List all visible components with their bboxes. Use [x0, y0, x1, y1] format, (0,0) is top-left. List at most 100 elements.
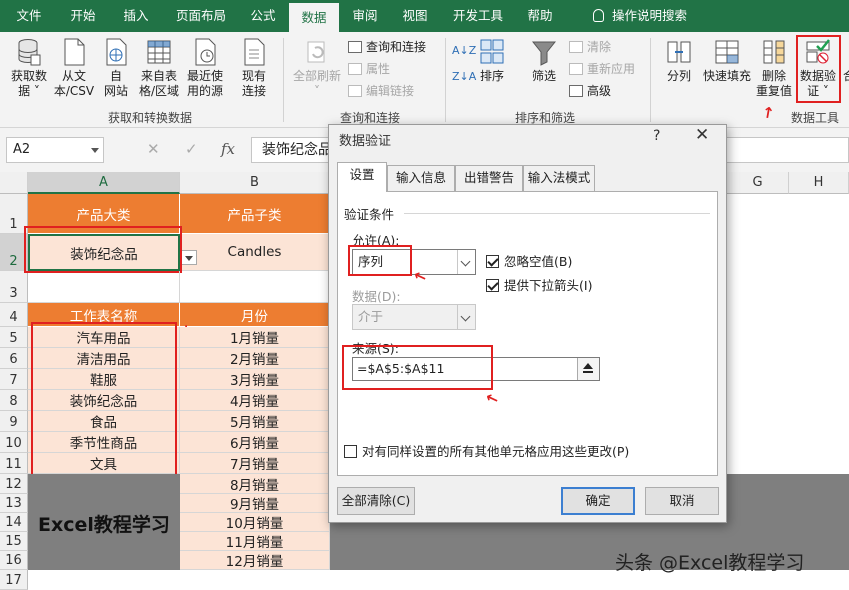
text-to-columns-button[interactable]: 分列: [660, 38, 698, 84]
refresh-icon: [305, 38, 329, 66]
tab-page-layout[interactable]: 页面布局: [166, 0, 236, 32]
cell-b4[interactable]: 月份: [180, 303, 330, 327]
consolidate-button[interactable]: 合: [840, 38, 849, 84]
remove-duplicates-button[interactable]: 删除 重复值: [754, 38, 794, 99]
filter-button[interactable]: 筛选: [526, 38, 562, 84]
data-select[interactable]: 介于: [352, 304, 476, 330]
apply-all-checkbox[interactable]: 对有同样设置的所有其他单元格应用这些更改(P): [344, 444, 629, 460]
from-table-label: 来自表: [140, 69, 177, 83]
tell-me-search[interactable]: 操作说明搜索: [580, 0, 700, 32]
from-text-csv-button[interactable]: 从文 本/CSV: [52, 38, 96, 99]
close-icon[interactable]: ✕: [695, 125, 709, 145]
existing-connections-button[interactable]: 现有 连接: [234, 38, 274, 99]
get-data-label-2: 据 ˅: [18, 84, 40, 98]
month-cell[interactable]: 1月销量: [180, 327, 330, 348]
sort-icon: [480, 38, 504, 66]
chevron-down-icon[interactable]: [457, 250, 475, 274]
tab-data[interactable]: 数据: [289, 3, 339, 32]
sort-az-button[interactable]: A↓Z: [452, 42, 476, 60]
row-header[interactable]: 9: [0, 411, 28, 432]
row-header[interactable]: 11: [0, 453, 28, 474]
tab-formulas[interactable]: 公式: [241, 0, 285, 32]
advanced-filter-icon: [569, 85, 583, 97]
month-cell[interactable]: 7月销量: [180, 453, 330, 474]
from-table-button[interactable]: 来自表 格/区域: [136, 38, 182, 99]
tab-home[interactable]: 开始: [58, 0, 108, 32]
row-header[interactable]: 16: [0, 551, 28, 570]
reapply-button[interactable]: 重新应用: [569, 60, 635, 78]
edit-links-button[interactable]: 编辑链接: [348, 82, 414, 100]
tab-help[interactable]: 帮助: [517, 0, 563, 32]
sort-button[interactable]: 排序: [476, 38, 508, 84]
row-header[interactable]: 6: [0, 348, 28, 369]
help-icon[interactable]: ?: [653, 128, 660, 144]
row-header[interactable]: 7: [0, 369, 28, 390]
month-cell[interactable]: 2月销量: [180, 348, 330, 369]
from-web-button[interactable]: 自 网站: [96, 38, 136, 99]
month-cell[interactable]: 4月销量: [180, 390, 330, 411]
fx-icon[interactable]: fx: [221, 140, 235, 158]
column-header-a[interactable]: A: [28, 172, 180, 194]
tab-settings[interactable]: 设置: [337, 162, 387, 192]
flash-fill-button[interactable]: 快速填充: [700, 38, 754, 84]
cell-b3[interactable]: [180, 271, 330, 303]
check-icon[interactable]: ✓: [185, 140, 198, 158]
refresh-all-button[interactable]: 全部刷新 ˅: [290, 38, 344, 99]
group-separator: [445, 38, 446, 122]
properties-icon: [348, 63, 362, 75]
column-header-h[interactable]: H: [789, 172, 849, 194]
tab-file[interactable]: 文件: [6, 0, 52, 32]
month-cell[interactable]: 6月销量: [180, 432, 330, 453]
select-all-corner[interactable]: [0, 172, 28, 194]
chevron-down-icon[interactable]: [457, 305, 475, 329]
clear-all-button[interactable]: 全部清除(C): [337, 487, 415, 515]
tab-ime-mode[interactable]: 输入法模式: [523, 165, 595, 191]
row-header[interactable]: 5: [0, 327, 28, 348]
month-cell[interactable]: 10月销量: [180, 513, 330, 532]
column-header-b[interactable]: B: [180, 172, 330, 194]
cancel-button[interactable]: 取消: [645, 487, 719, 515]
tab-input-message[interactable]: 输入信息: [387, 165, 455, 191]
get-data-button[interactable]: 获取数 据 ˅: [6, 38, 52, 99]
ok-button[interactable]: 确定: [561, 487, 635, 515]
row-header[interactable]: 3: [0, 271, 28, 303]
cancel-icon[interactable]: ✕: [147, 140, 160, 158]
month-cell[interactable]: 11月销量: [180, 532, 330, 551]
row-header[interactable]: 13: [0, 494, 28, 513]
advanced-filter-button[interactable]: 高级: [569, 82, 611, 100]
dropdown-arrow-checkbox[interactable]: 提供下拉箭头(I): [486, 278, 592, 294]
ignore-blank-checkbox[interactable]: 忽略空值(B): [486, 254, 572, 270]
month-cell[interactable]: 9月销量: [180, 494, 330, 513]
row-header[interactable]: 15: [0, 532, 28, 551]
sort-za-button[interactable]: Z↓A: [452, 68, 476, 86]
row-header[interactable]: 14: [0, 513, 28, 532]
month-cell[interactable]: 3月销量: [180, 369, 330, 390]
column-header-g[interactable]: G: [727, 172, 789, 194]
tab-developer[interactable]: 开发工具: [445, 0, 511, 32]
tab-error-alert[interactable]: 出错警告: [455, 165, 523, 191]
row-header[interactable]: 17: [0, 570, 28, 590]
cell-b1[interactable]: 产品子类: [180, 194, 330, 234]
month-cell[interactable]: 12月销量: [180, 551, 330, 570]
row-header[interactable]: 12: [0, 474, 28, 494]
tab-review[interactable]: 审阅: [343, 0, 387, 32]
properties-button[interactable]: 属性: [348, 60, 390, 78]
queries-connections-button[interactable]: 查询和连接: [348, 38, 426, 56]
collapse-range-icon[interactable]: [577, 358, 599, 380]
name-box[interactable]: A2: [6, 137, 104, 163]
row-header[interactable]: 10: [0, 432, 28, 453]
month-cell[interactable]: 5月销量: [180, 411, 330, 432]
recent-sources-button[interactable]: 最近使 用的源: [182, 38, 228, 99]
tab-view[interactable]: 视图: [393, 0, 437, 32]
clear-filter-button[interactable]: 清除: [569, 38, 611, 56]
cell-a3[interactable]: [28, 271, 180, 303]
tab-insert[interactable]: 插入: [112, 0, 160, 32]
ribbon: 获取数 据 ˅ 从文 本/CSV 自 网站 来自表 格/区域 最近使 用的源 现…: [0, 32, 849, 128]
menu-bar: 文件 开始 插入 页面布局 公式 数据 审阅 视图 开发工具 帮助 操作说明搜索: [0, 0, 849, 32]
month-cell[interactable]: 8月销量: [180, 474, 330, 494]
row-header[interactable]: 8: [0, 390, 28, 411]
cell-b2[interactable]: Candles: [180, 234, 330, 271]
chevron-down-icon[interactable]: [91, 148, 99, 153]
row-header[interactable]: 4: [0, 303, 28, 327]
cell-dropdown-button[interactable]: [181, 250, 197, 265]
